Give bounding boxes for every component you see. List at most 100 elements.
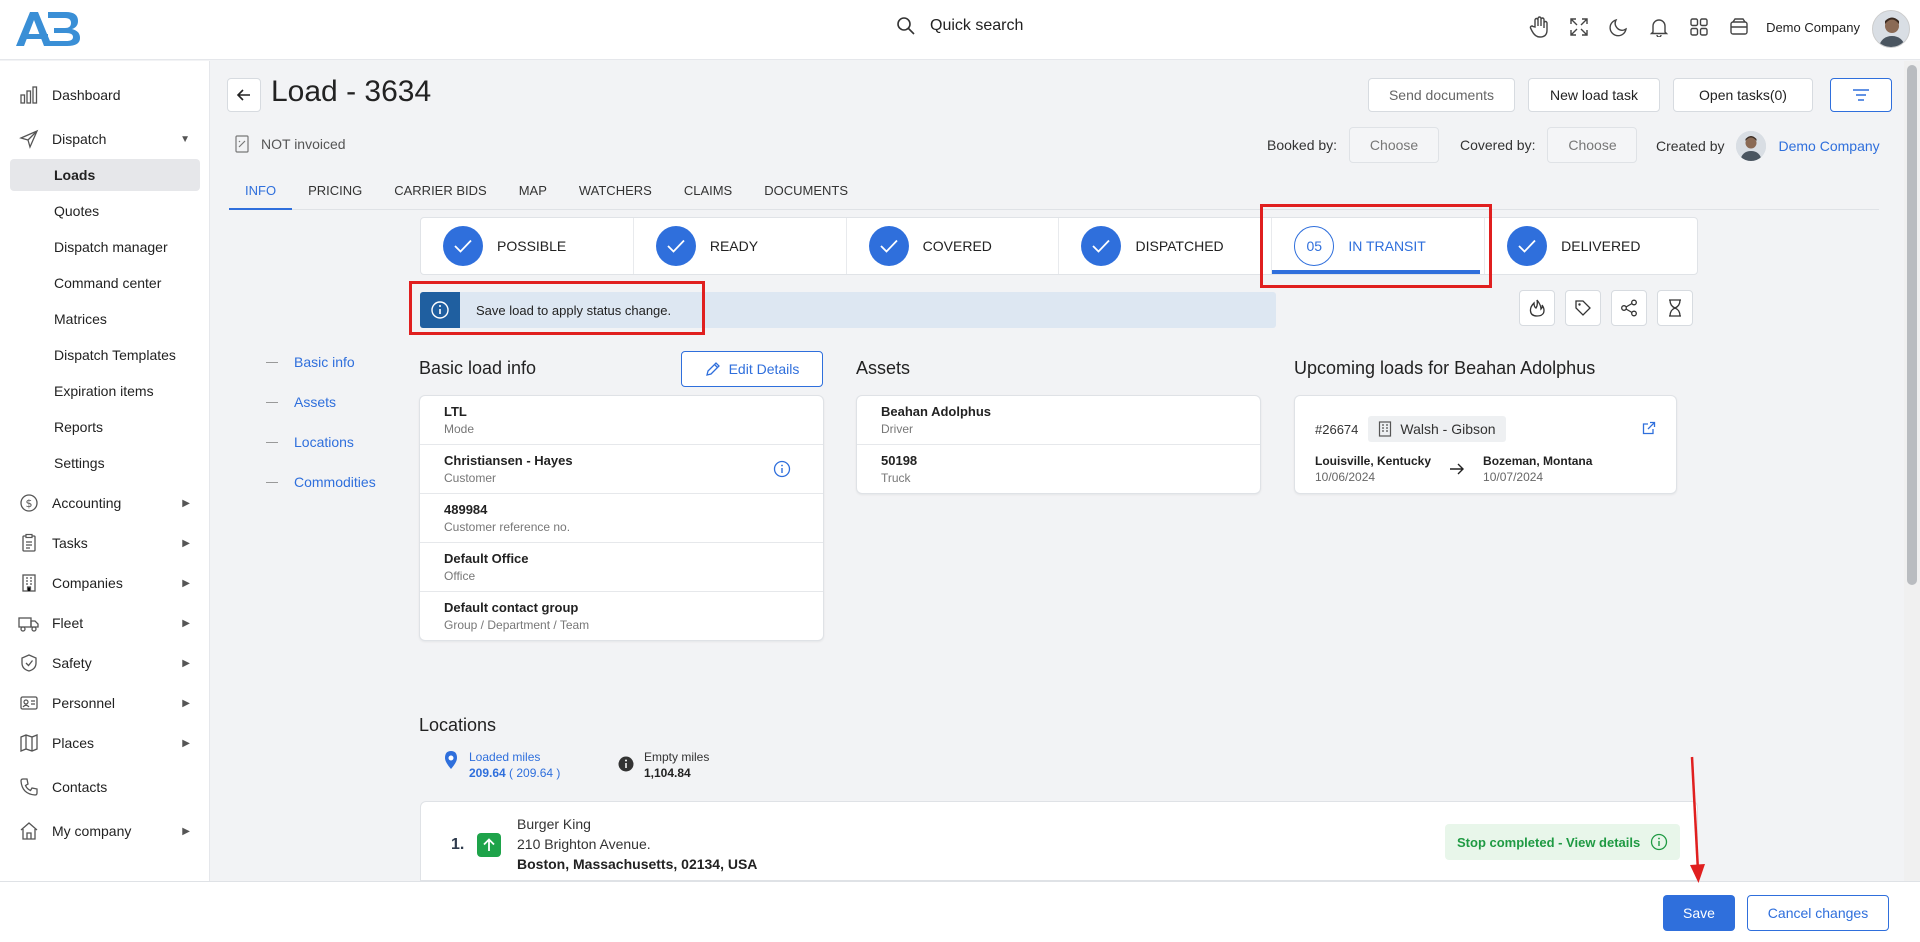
back-button[interactable]: [227, 78, 261, 112]
sidebar: Dashboard Dispatch ▼ Loads Quotes Dispat…: [0, 61, 210, 881]
sidebar-item-dashboard[interactable]: Dashboard: [10, 79, 200, 111]
map-pin-icon: [445, 751, 457, 769]
sidebar-item-dispatch-templates[interactable]: Dispatch Templates: [10, 339, 200, 371]
sidebar-item-personnel[interactable]: Personnel ▶: [10, 687, 200, 719]
tab-pricing[interactable]: PRICING: [292, 178, 378, 210]
tab-map[interactable]: MAP: [503, 178, 563, 210]
wallet-icon[interactable]: [1728, 16, 1750, 38]
search-icon: [897, 17, 915, 35]
sidebar-item-contacts[interactable]: Contacts: [10, 771, 200, 803]
sidebar-item-command-center[interactable]: Command center: [10, 267, 200, 299]
tab-watchers[interactable]: WATCHERS: [563, 178, 668, 210]
invoice-icon: [235, 135, 249, 153]
pencil-icon: [705, 362, 720, 376]
dash: [266, 481, 278, 483]
step-covered[interactable]: COVERED: [847, 218, 1060, 274]
new-load-task-button[interactable]: New load task: [1528, 78, 1660, 112]
dash: [266, 361, 278, 363]
footer-bar: Save Cancel changes: [0, 881, 1920, 942]
created-by-label: Created by: [1656, 138, 1725, 154]
field-value[interactable]: Beahan Adolphus: [881, 404, 1236, 419]
anchor-commodities[interactable]: Commodities: [266, 474, 376, 490]
sidebar-item-my-company[interactable]: My company ▶: [10, 815, 200, 847]
home-icon: [18, 820, 40, 842]
assets-title: Assets: [856, 358, 911, 378]
caret-right-icon: ▶: [182, 537, 190, 549]
step-dispatched[interactable]: DISPATCHED: [1059, 218, 1273, 274]
covered-by: Covered by: Choose: [1460, 127, 1638, 163]
sidebar-item-expiration-items[interactable]: Expiration items: [10, 375, 200, 407]
upcoming-to-date: 10/07/2024: [1483, 470, 1544, 484]
info-circle-icon[interactable]: [773, 460, 791, 483]
anchor-basic-info[interactable]: Basic info: [266, 354, 355, 370]
open-tasks-button[interactable]: Open tasks(0): [1673, 78, 1813, 112]
external-link-icon[interactable]: [1642, 421, 1656, 438]
upcoming-company-name: Walsh - Gibson: [1400, 421, 1496, 437]
anchor-assets[interactable]: Assets: [266, 394, 336, 410]
stop-name: Burger King: [517, 816, 591, 832]
tag-icon: [1575, 300, 1591, 316]
scrollbar[interactable]: [1904, 61, 1920, 881]
stop-completed-badge[interactable]: Stop completed - View details: [1445, 824, 1681, 860]
arrow-left-icon: [236, 89, 250, 101]
step-delivered[interactable]: DELIVERED: [1485, 218, 1697, 274]
sidebar-item-quotes[interactable]: Quotes: [10, 195, 200, 227]
sidebar-item-dispatch[interactable]: Dispatch ▼: [10, 123, 200, 155]
sidebar-item-places[interactable]: Places ▶: [10, 727, 200, 759]
sidebar-item-dispatch-manager[interactable]: Dispatch manager: [10, 231, 200, 263]
quick-search[interactable]: Quick search: [896, 16, 1023, 36]
sidebar-item-reports[interactable]: Reports: [10, 411, 200, 443]
step-possible[interactable]: POSSIBLE: [421, 218, 634, 274]
tab-info[interactable]: INFO: [229, 178, 293, 210]
hourglass-button[interactable]: [1657, 290, 1693, 326]
app-logo[interactable]: [12, 8, 82, 50]
field-label: Group / Department / Team: [444, 618, 590, 632]
field-label: Driver: [881, 422, 913, 436]
fullscreen-icon[interactable]: [1568, 16, 1590, 38]
send-documents-button[interactable]: Send documents: [1368, 78, 1515, 112]
sidebar-item-loads[interactable]: Loads: [10, 159, 200, 191]
save-button[interactable]: Save: [1663, 895, 1735, 931]
field-driver: Beahan Adolphus Driver: [857, 396, 1260, 445]
share-button[interactable]: [1611, 290, 1647, 326]
caret-right-icon: ▶: [182, 657, 190, 669]
basic-info-title: Basic load info: [419, 358, 537, 378]
sidebar-item-safety[interactable]: Safety ▶: [10, 647, 200, 679]
field-value: Default Office: [444, 551, 529, 566]
user-avatar[interactable]: [1872, 10, 1910, 48]
tab-claims[interactable]: CLAIMS: [668, 178, 748, 210]
upcoming-load-card[interactable]: #26674 Walsh - Gibson Louisville, Kentuc…: [1294, 395, 1677, 494]
shield-icon: [18, 652, 40, 674]
field-value[interactable]: 50198: [881, 453, 1236, 468]
sidebar-item-settings[interactable]: Settings: [10, 447, 200, 479]
cancel-changes-button[interactable]: Cancel changes: [1747, 895, 1889, 931]
created-by-link[interactable]: Demo Company: [1778, 138, 1879, 154]
anchor-locations[interactable]: Locations: [266, 434, 354, 450]
bell-icon[interactable]: [1648, 16, 1670, 38]
sidebar-item-matrices[interactable]: Matrices: [10, 303, 200, 335]
truck-icon: [18, 612, 40, 634]
sidebar-item-label: Companies: [52, 575, 123, 591]
covered-by-select[interactable]: Choose: [1547, 127, 1638, 163]
upcoming-from-city: Louisville, Kentucky: [1315, 454, 1432, 468]
edit-details-button[interactable]: Edit Details: [681, 351, 823, 387]
sidebar-item-companies[interactable]: Companies ▶: [10, 567, 200, 599]
step-ready[interactable]: READY: [634, 218, 847, 274]
company-name[interactable]: Demo Company: [1766, 20, 1860, 35]
booked-by-select[interactable]: Choose: [1349, 127, 1440, 163]
scrollbar-thumb[interactable]: [1907, 65, 1917, 585]
field-label: Office: [444, 569, 476, 583]
fire-button[interactable]: [1519, 290, 1555, 326]
sidebar-item-tasks[interactable]: Tasks ▶: [10, 527, 200, 559]
moon-icon[interactable]: [1608, 16, 1630, 38]
tab-carrier-bids[interactable]: CARRIER BIDS: [378, 178, 502, 210]
field-value[interactable]: Christiansen - Hayes: [444, 453, 799, 468]
apps-grid-icon[interactable]: [1688, 16, 1710, 38]
hand-icon[interactable]: [1528, 16, 1550, 38]
stop-city: Boston, Massachusetts, 02134, USA: [517, 856, 758, 872]
menu-button[interactable]: [1830, 78, 1892, 112]
sidebar-item-fleet[interactable]: Fleet ▶: [10, 607, 200, 639]
tab-documents[interactable]: DOCUMENTS: [748, 178, 864, 210]
tag-button[interactable]: [1565, 290, 1601, 326]
sidebar-item-accounting[interactable]: $ Accounting ▶: [10, 487, 200, 519]
